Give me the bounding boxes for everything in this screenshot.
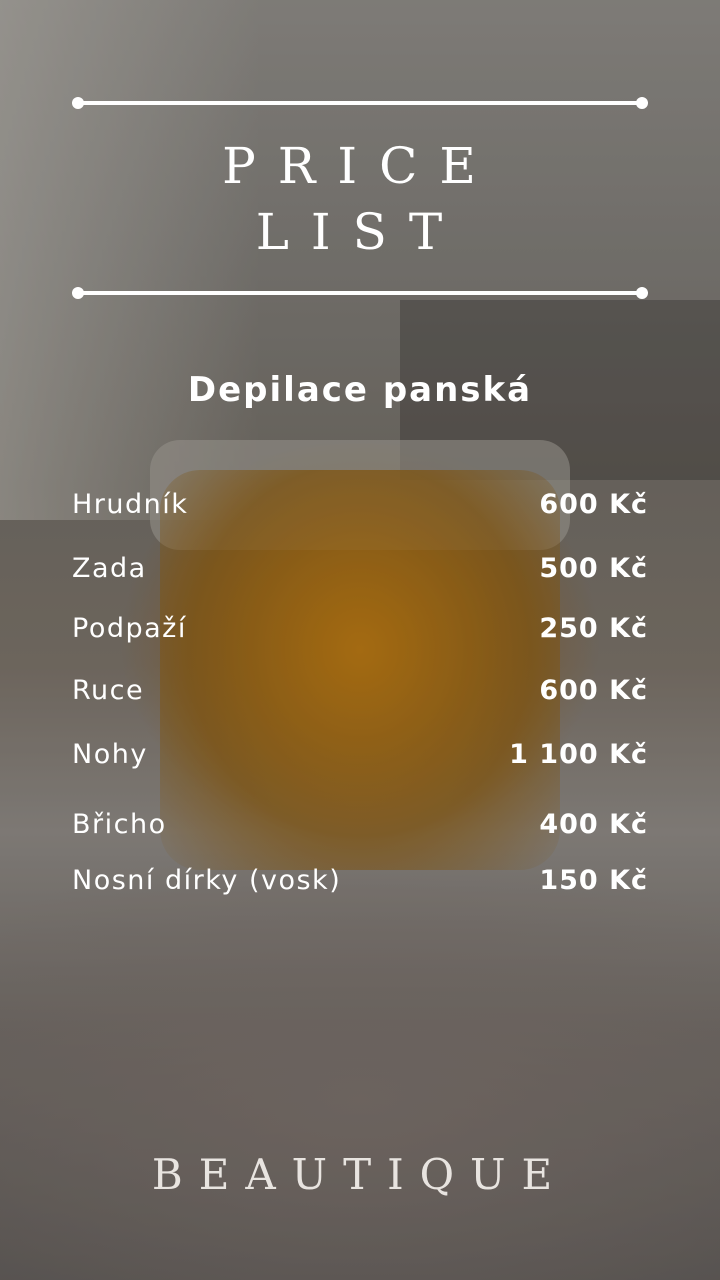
section-title: Depilace panská	[187, 370, 533, 410]
bottom-divider	[72, 287, 648, 299]
divider-dot-right	[636, 287, 648, 299]
title-line-2: LIST	[255, 203, 465, 261]
service-name: Ruce	[72, 674, 145, 706]
service-price: 400 Kč	[539, 808, 648, 840]
price-row: Nosní dírky (vosk) 150 Kč	[72, 860, 648, 900]
price-row: Zada 500 Kč	[72, 548, 648, 588]
service-price: 600 Kč	[539, 488, 648, 520]
price-row: Břicho 400 Kč	[72, 804, 648, 844]
service-name: Hrudník	[72, 488, 189, 520]
top-divider	[72, 97, 648, 109]
service-name: Zada	[72, 552, 147, 584]
divider-dot-left	[72, 97, 84, 109]
service-name: Nosní dírky (vosk)	[72, 864, 342, 896]
service-name: Nohy	[72, 738, 148, 770]
service-price: 500 Kč	[539, 552, 648, 584]
price-row: Ruce 600 Kč	[72, 670, 648, 710]
price-row: Podpaží 250 Kč	[72, 608, 648, 648]
divider-dot-right	[636, 97, 648, 109]
title-line-1: PRICE	[222, 137, 498, 195]
service-name: Podpaží	[72, 612, 187, 644]
divider-dot-left	[72, 287, 84, 299]
service-name: Břicho	[72, 808, 167, 840]
price-row: Nohy 1 100 Kč	[72, 734, 648, 774]
service-price: 150 Kč	[539, 864, 648, 896]
service-price: 250 Kč	[539, 612, 648, 644]
price-row: Hrudník 600 Kč	[72, 484, 648, 524]
service-price: 1 100 Kč	[509, 738, 648, 770]
service-price: 600 Kč	[539, 674, 648, 706]
brand-logo-text: BEAUTIQUE	[151, 1150, 569, 1199]
